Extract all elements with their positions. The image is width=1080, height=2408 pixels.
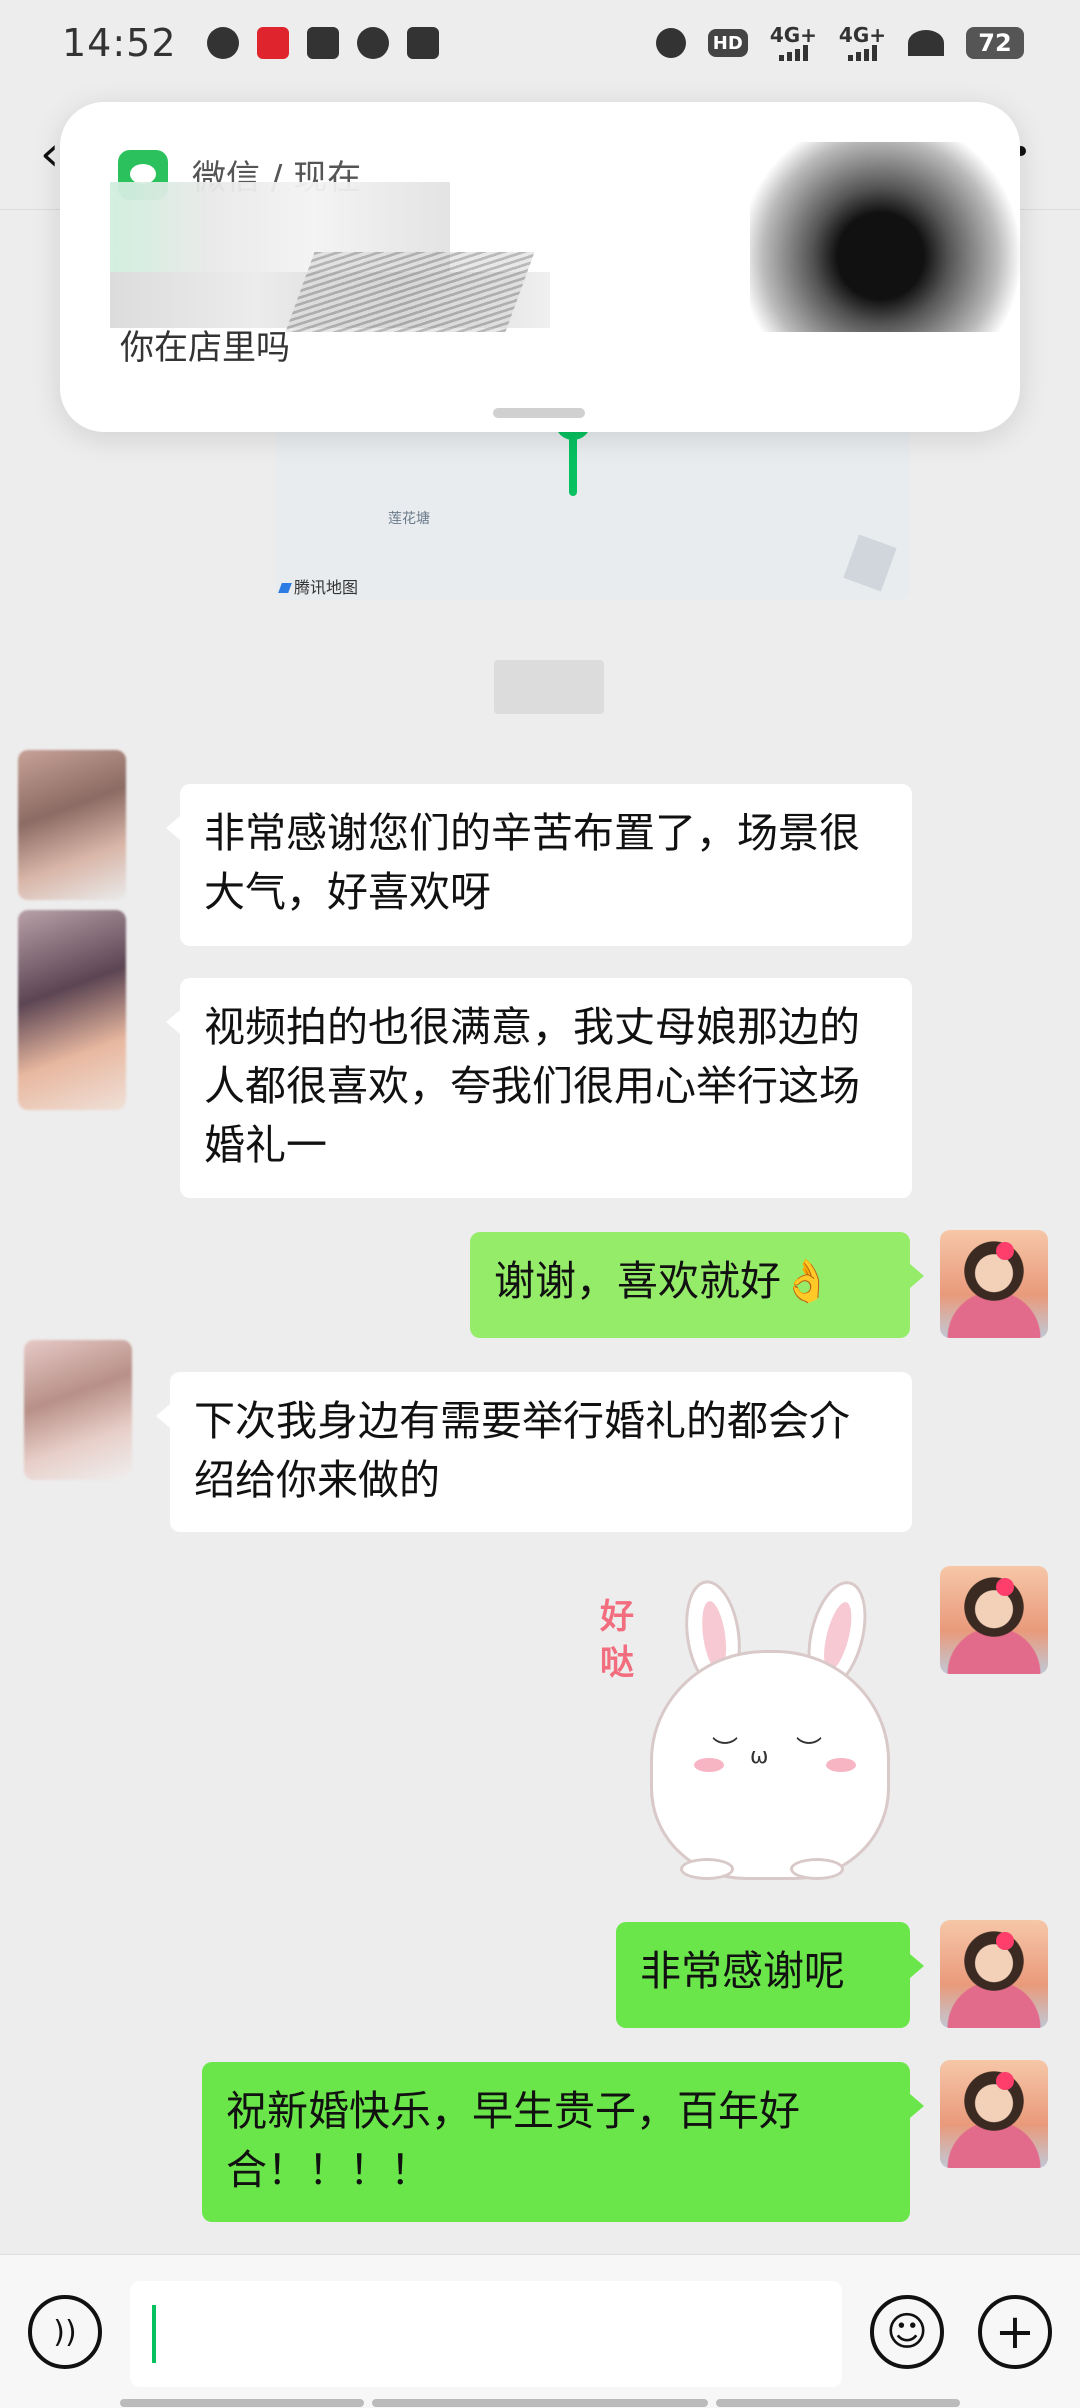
nav-gesture-bar bbox=[120, 2399, 364, 2407]
message-bubble-received[interactable]: 下次我身边有需要举行婚礼的都会介绍给你来做的 bbox=[156, 1372, 912, 1532]
notification-icons bbox=[206, 27, 439, 59]
map-place-label: 莲花塘 bbox=[388, 511, 430, 527]
location-map-card[interactable]: 莲花塘 腾讯地图 bbox=[276, 420, 910, 600]
sticker-caption: 好哒 bbox=[600, 1597, 634, 1683]
alarm-icon bbox=[655, 28, 686, 58]
bunny-sticker[interactable]: 好哒 ︶ ︶ ω bbox=[600, 1575, 900, 1880]
signal-1-label: 4G+ bbox=[769, 23, 817, 47]
redacted-avatar bbox=[750, 142, 1040, 332]
my-avatar[interactable] bbox=[940, 1230, 1048, 1338]
emoji-face-glyph: ☺ bbox=[886, 2309, 928, 2355]
map-road bbox=[843, 534, 897, 592]
contact-avatar[interactable] bbox=[24, 1340, 132, 1480]
signal-2-label: 4G+ bbox=[838, 23, 886, 47]
bag-icon bbox=[306, 27, 339, 59]
link-icon bbox=[356, 27, 389, 59]
notification-banner[interactable]: 微信 / 现在 你在店里吗 bbox=[60, 102, 1040, 432]
plus-icon[interactable]: + bbox=[978, 2295, 1052, 2369]
bunny-eye: ︶ bbox=[796, 1736, 823, 1766]
message-bubble-sent[interactable]: 谢谢，喜欢就好👌 bbox=[470, 1232, 924, 1338]
voice-icon[interactable]: )) bbox=[28, 2295, 102, 2369]
voice-wave-glyph: )) bbox=[53, 2314, 77, 2350]
message-bubble-received[interactable]: 非常感谢您们的辛苦布置了，场景很大气，好喜欢呀 bbox=[166, 784, 912, 946]
bunny-cheek bbox=[694, 1758, 724, 1772]
wifi-icon bbox=[908, 30, 944, 56]
my-avatar[interactable] bbox=[940, 1920, 1048, 2028]
message-bubble-sent[interactable]: 非常感谢呢 bbox=[616, 1922, 924, 2028]
text-cursor bbox=[152, 2305, 156, 2363]
battery-icon: 72 bbox=[966, 27, 1024, 59]
shopping-app-icon bbox=[256, 27, 289, 59]
nav-gesture-bar bbox=[372, 2399, 708, 2407]
contact-avatar[interactable] bbox=[18, 750, 126, 900]
bunny-cheek bbox=[826, 1758, 856, 1772]
my-avatar[interactable] bbox=[940, 1566, 1048, 1674]
hd-icon: HD bbox=[707, 29, 748, 57]
bunny-mouth: ω bbox=[750, 1744, 769, 1769]
contact-avatar[interactable] bbox=[18, 910, 126, 1110]
my-avatar[interactable] bbox=[940, 2060, 1048, 2168]
status-bar: 14:52 HD 4G+ 4G+ 72 bbox=[0, 0, 1080, 86]
message-bubble-received[interactable]: 视频拍的也很满意，我丈母娘那边的人都很喜欢，夸我们很用心举行这场婚礼一 bbox=[166, 978, 912, 1198]
map-source-label: 腾讯地图 bbox=[280, 574, 358, 598]
bunny-foot bbox=[680, 1858, 734, 1880]
map-pin-stem bbox=[569, 430, 577, 496]
status-time: 14:52 bbox=[62, 21, 177, 65]
bunny-foot bbox=[790, 1858, 844, 1880]
gift-icon bbox=[406, 27, 439, 59]
redaction-scribble bbox=[285, 252, 535, 332]
nav-gesture-bar bbox=[716, 2399, 960, 2407]
message-input[interactable] bbox=[130, 2281, 842, 2387]
plus-glyph: + bbox=[994, 2304, 1036, 2360]
message-bubble-sent[interactable]: 祝新婚快乐，早生贵子，百年好合！！！！ bbox=[202, 2062, 924, 2222]
back-arrow-icon[interactable]: ‹ bbox=[40, 126, 59, 182]
signal-1-icon: 4G+ bbox=[770, 25, 817, 61]
status-right: HD 4G+ 4G+ 72 bbox=[655, 25, 1024, 61]
redacted-timestamp bbox=[494, 660, 604, 714]
notification-message: 你在店里吗 bbox=[120, 328, 290, 368]
notification-drag-handle[interactable] bbox=[493, 408, 585, 418]
wechat-status-icon bbox=[206, 27, 239, 59]
emoji-icon[interactable]: ☺ bbox=[870, 2295, 944, 2369]
signal-2-icon: 4G+ bbox=[839, 25, 886, 61]
chat-input-bar: )) ☺ + bbox=[0, 2254, 1080, 2408]
